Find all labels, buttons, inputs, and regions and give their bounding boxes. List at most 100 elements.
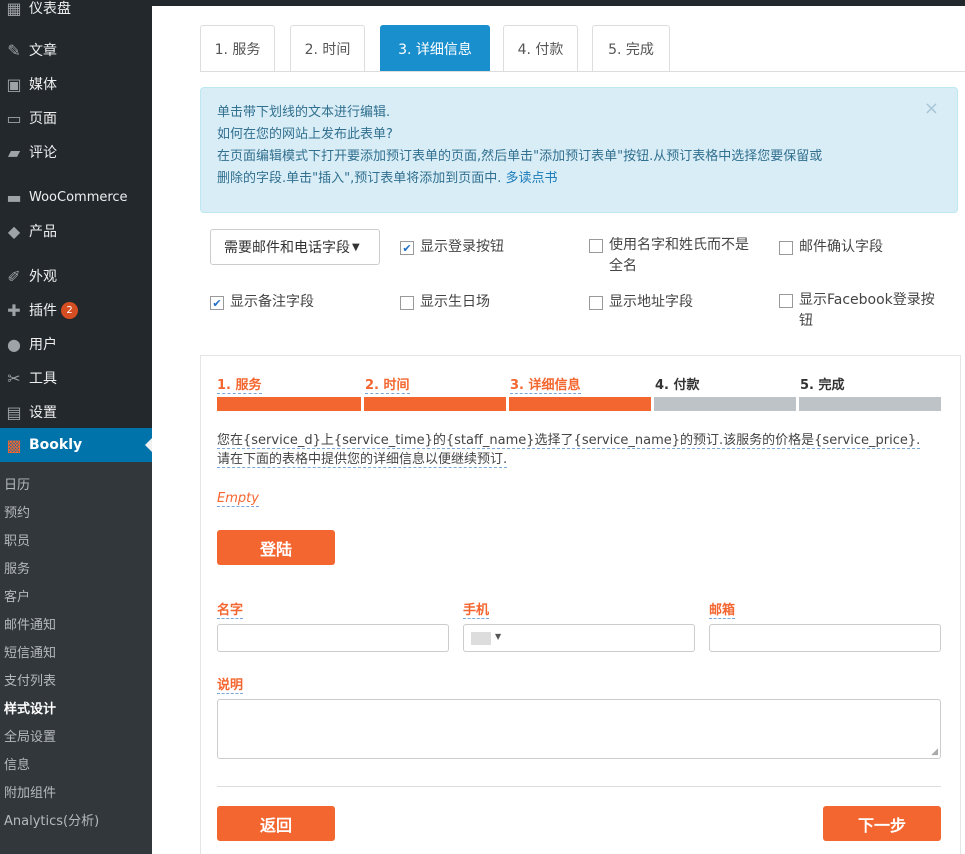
email-input[interactable] — [709, 624, 941, 652]
main-content: 1. 服务 2. 时间 3. 详细信息 4. 付款 5. 完成 × 单击带下划线… — [152, 0, 965, 854]
submenu-email-notifications[interactable]: 邮件通知 — [4, 614, 56, 633]
tab-done[interactable]: 5. 完成 — [592, 25, 670, 72]
media-icon: ▣ — [6, 74, 22, 94]
sidebar-item-label: 用户 — [29, 337, 57, 353]
notes-textarea[interactable]: ◢ — [217, 699, 941, 759]
dashboard-icon: ▦ — [6, 0, 22, 18]
checkbox-checked-icon[interactable]: ✔ — [210, 296, 224, 310]
tab-details[interactable]: 3. 详细信息 — [380, 25, 490, 72]
email-label[interactable]: 邮箱 — [709, 599, 736, 619]
sidebar-item-products[interactable]: ◆ 产品 — [0, 214, 152, 248]
option-facebook-login[interactable]: 显示Facebook登录按钮 — [779, 290, 944, 332]
progress-bar-time — [364, 397, 506, 411]
tab-service[interactable]: 1. 服务 — [200, 25, 275, 72]
progress-step-service[interactable]: 1. 服务 — [217, 374, 262, 394]
next-button[interactable]: 下一步 — [823, 806, 941, 841]
submenu-sms-notifications[interactable]: 短信通知 — [4, 642, 56, 661]
details-description[interactable]: 您在{service_d}上{service_time}的{staff_name… — [217, 431, 937, 469]
option-show-birthday[interactable]: 显示生日场 — [400, 292, 490, 313]
booking-form-preview: 1. 服务 2. 时间 3. 详细信息 4. 付款 5. 完成 您在{servi… — [200, 355, 961, 854]
caret-down-icon: ▼ — [352, 241, 360, 253]
sidebar-item-label: 插件 — [29, 303, 57, 319]
submenu-addons[interactable]: 附加组件 — [4, 782, 56, 801]
sidebar-item-tools[interactable]: ✂ 工具 — [0, 361, 152, 395]
progress-bar-payment — [654, 397, 796, 411]
submenu-appointments[interactable]: 预约 — [4, 502, 30, 521]
resize-handle-icon[interactable]: ◢ — [931, 747, 938, 757]
option-show-login[interactable]: ✔ 显示登录按钮 — [400, 237, 504, 258]
sidebar-item-label: 工具 — [29, 371, 57, 387]
tab-time[interactable]: 2. 时间 — [290, 25, 365, 72]
sidebar-item-media[interactable]: ▣ 媒体 — [0, 67, 152, 101]
submenu-global-settings[interactable]: 全局设置 — [4, 726, 56, 745]
submenu-appearance[interactable]: 样式设计 — [4, 698, 56, 717]
info-notice: × 单击带下划线的文本进行编辑. 如何在您的网站上发布此表单? 在页面编辑模式下… — [200, 87, 958, 213]
tab-payment[interactable]: 4. 付款 — [503, 25, 578, 72]
empty-placeholder[interactable]: Empty — [217, 491, 259, 507]
progress-step-done: 5. 完成 — [800, 378, 845, 393]
sidebar-item-pages[interactable]: ▭ 页面 — [0, 101, 152, 135]
name-label[interactable]: 名字 — [217, 599, 244, 619]
sidebar-item-dashboard[interactable]: ▦ 仪表盘 — [0, 0, 152, 25]
bookly-submenu: 日历 预约 职员 服务 客户 邮件通知 短信通知 支付列表 样式设计 全局设置 … — [0, 462, 152, 854]
sidebar-item-label: 设置 — [29, 405, 57, 421]
option-show-address[interactable]: 显示地址字段 — [589, 292, 693, 313]
tab-divider — [200, 71, 965, 72]
back-button[interactable]: 返回 — [217, 806, 335, 841]
option-show-notes[interactable]: ✔ 显示备注字段 — [210, 292, 314, 313]
sidebar-item-appearance[interactable]: ✐ 外观 — [0, 259, 152, 293]
sidebar-item-bookly[interactable]: ▩ Bookly — [0, 428, 152, 462]
description-line[interactable]: 您在{service_d}上{service_time}的{staff_name… — [217, 433, 921, 449]
sidebar-item-label: 仪表盘 — [29, 1, 71, 17]
option-label: 使用名字和姓氏而不是全名 — [609, 237, 749, 274]
sidebar-item-label: WooCommerce — [29, 189, 128, 205]
sidebar-item-woocommerce[interactable]: ▬ WooCommerce — [0, 180, 152, 214]
progress-step-details[interactable]: 3. 详细信息 — [510, 374, 581, 394]
submenu-staff[interactable]: 职员 — [4, 530, 30, 549]
product-icon: ◆ — [7, 221, 21, 241]
option-label: 显示Facebook登录按钮 — [799, 292, 935, 329]
sidebar-item-settings[interactable]: ▤ 设置 — [0, 395, 152, 429]
progress-step-time[interactable]: 2. 时间 — [365, 374, 410, 394]
notes-label[interactable]: 说明 — [217, 674, 244, 694]
required-fields-dropdown[interactable]: 需要邮件和电话字段 ▼ — [210, 229, 380, 265]
submenu-services[interactable]: 服务 — [4, 558, 30, 577]
notice-line: 如何在您的网站上发布此表单? — [217, 127, 393, 142]
phone-input[interactable]: ▼ — [463, 624, 695, 652]
submenu-analytics[interactable]: Analytics(分析) — [4, 810, 99, 829]
notice-line: 在页面编辑模式下打开要添加预订表单的页面,然后单击"添加预订表单"按钮.从预订表… — [217, 149, 823, 164]
sidebar-item-users[interactable]: ● 用户 — [0, 327, 152, 361]
checkbox-icon[interactable] — [589, 296, 603, 310]
close-icon[interactable]: × — [924, 98, 939, 120]
sidebar-item-plugins[interactable]: ✚ 插件 2 — [0, 293, 152, 327]
sidebar-item-label: 媒体 — [29, 77, 57, 93]
checkbox-icon[interactable] — [400, 296, 414, 310]
admin-sidebar: ▦ 仪表盘 ✎ 文章 ▣ 媒体 ▭ 页面 ▰ 评论 ▬ WooCommerce … — [0, 0, 152, 854]
login-button[interactable]: 登陆 — [217, 530, 335, 565]
option-first-last-name[interactable]: 使用名字和姓氏而不是全名 — [589, 235, 759, 277]
option-label: 显示登录按钮 — [420, 239, 504, 255]
sidebar-item-label: Bookly — [29, 437, 83, 453]
sidebar-item-comments[interactable]: ▰ 评论 — [0, 135, 152, 169]
sidebar-item-posts[interactable]: ✎ 文章 — [0, 33, 152, 67]
progress-bar-details — [509, 397, 651, 411]
submenu-messages[interactable]: 信息 — [4, 754, 30, 773]
checkbox-icon[interactable] — [779, 241, 793, 255]
user-icon: ● — [7, 334, 21, 354]
submenu-customers[interactable]: 客户 — [4, 586, 30, 605]
checkbox-icon[interactable] — [779, 294, 793, 308]
caret-down-icon[interactable]: ▼ — [495, 632, 501, 641]
checkbox-checked-icon[interactable]: ✔ — [400, 241, 414, 255]
dropdown-value: 需要邮件和电话字段 — [224, 240, 350, 256]
notice-line: 删除的字段.单击"插入",预订表单将添加到页面中. 多读点书 — [217, 168, 941, 190]
description-line[interactable]: 请在下面的表格中提供您的详细信息以便继续预订. — [217, 452, 508, 468]
name-input[interactable] — [217, 624, 449, 652]
progress-step-payment: 4. 付款 — [655, 378, 700, 393]
phone-label[interactable]: 手机 — [463, 599, 490, 619]
checkbox-icon[interactable] — [589, 239, 603, 253]
submenu-calendar[interactable]: 日历 — [4, 474, 30, 493]
option-email-confirm[interactable]: 邮件确认字段 — [779, 237, 883, 258]
read-more-link[interactable]: 多读点书 — [506, 171, 558, 186]
country-flag-icon[interactable] — [471, 632, 491, 645]
submenu-payments[interactable]: 支付列表 — [4, 670, 56, 689]
